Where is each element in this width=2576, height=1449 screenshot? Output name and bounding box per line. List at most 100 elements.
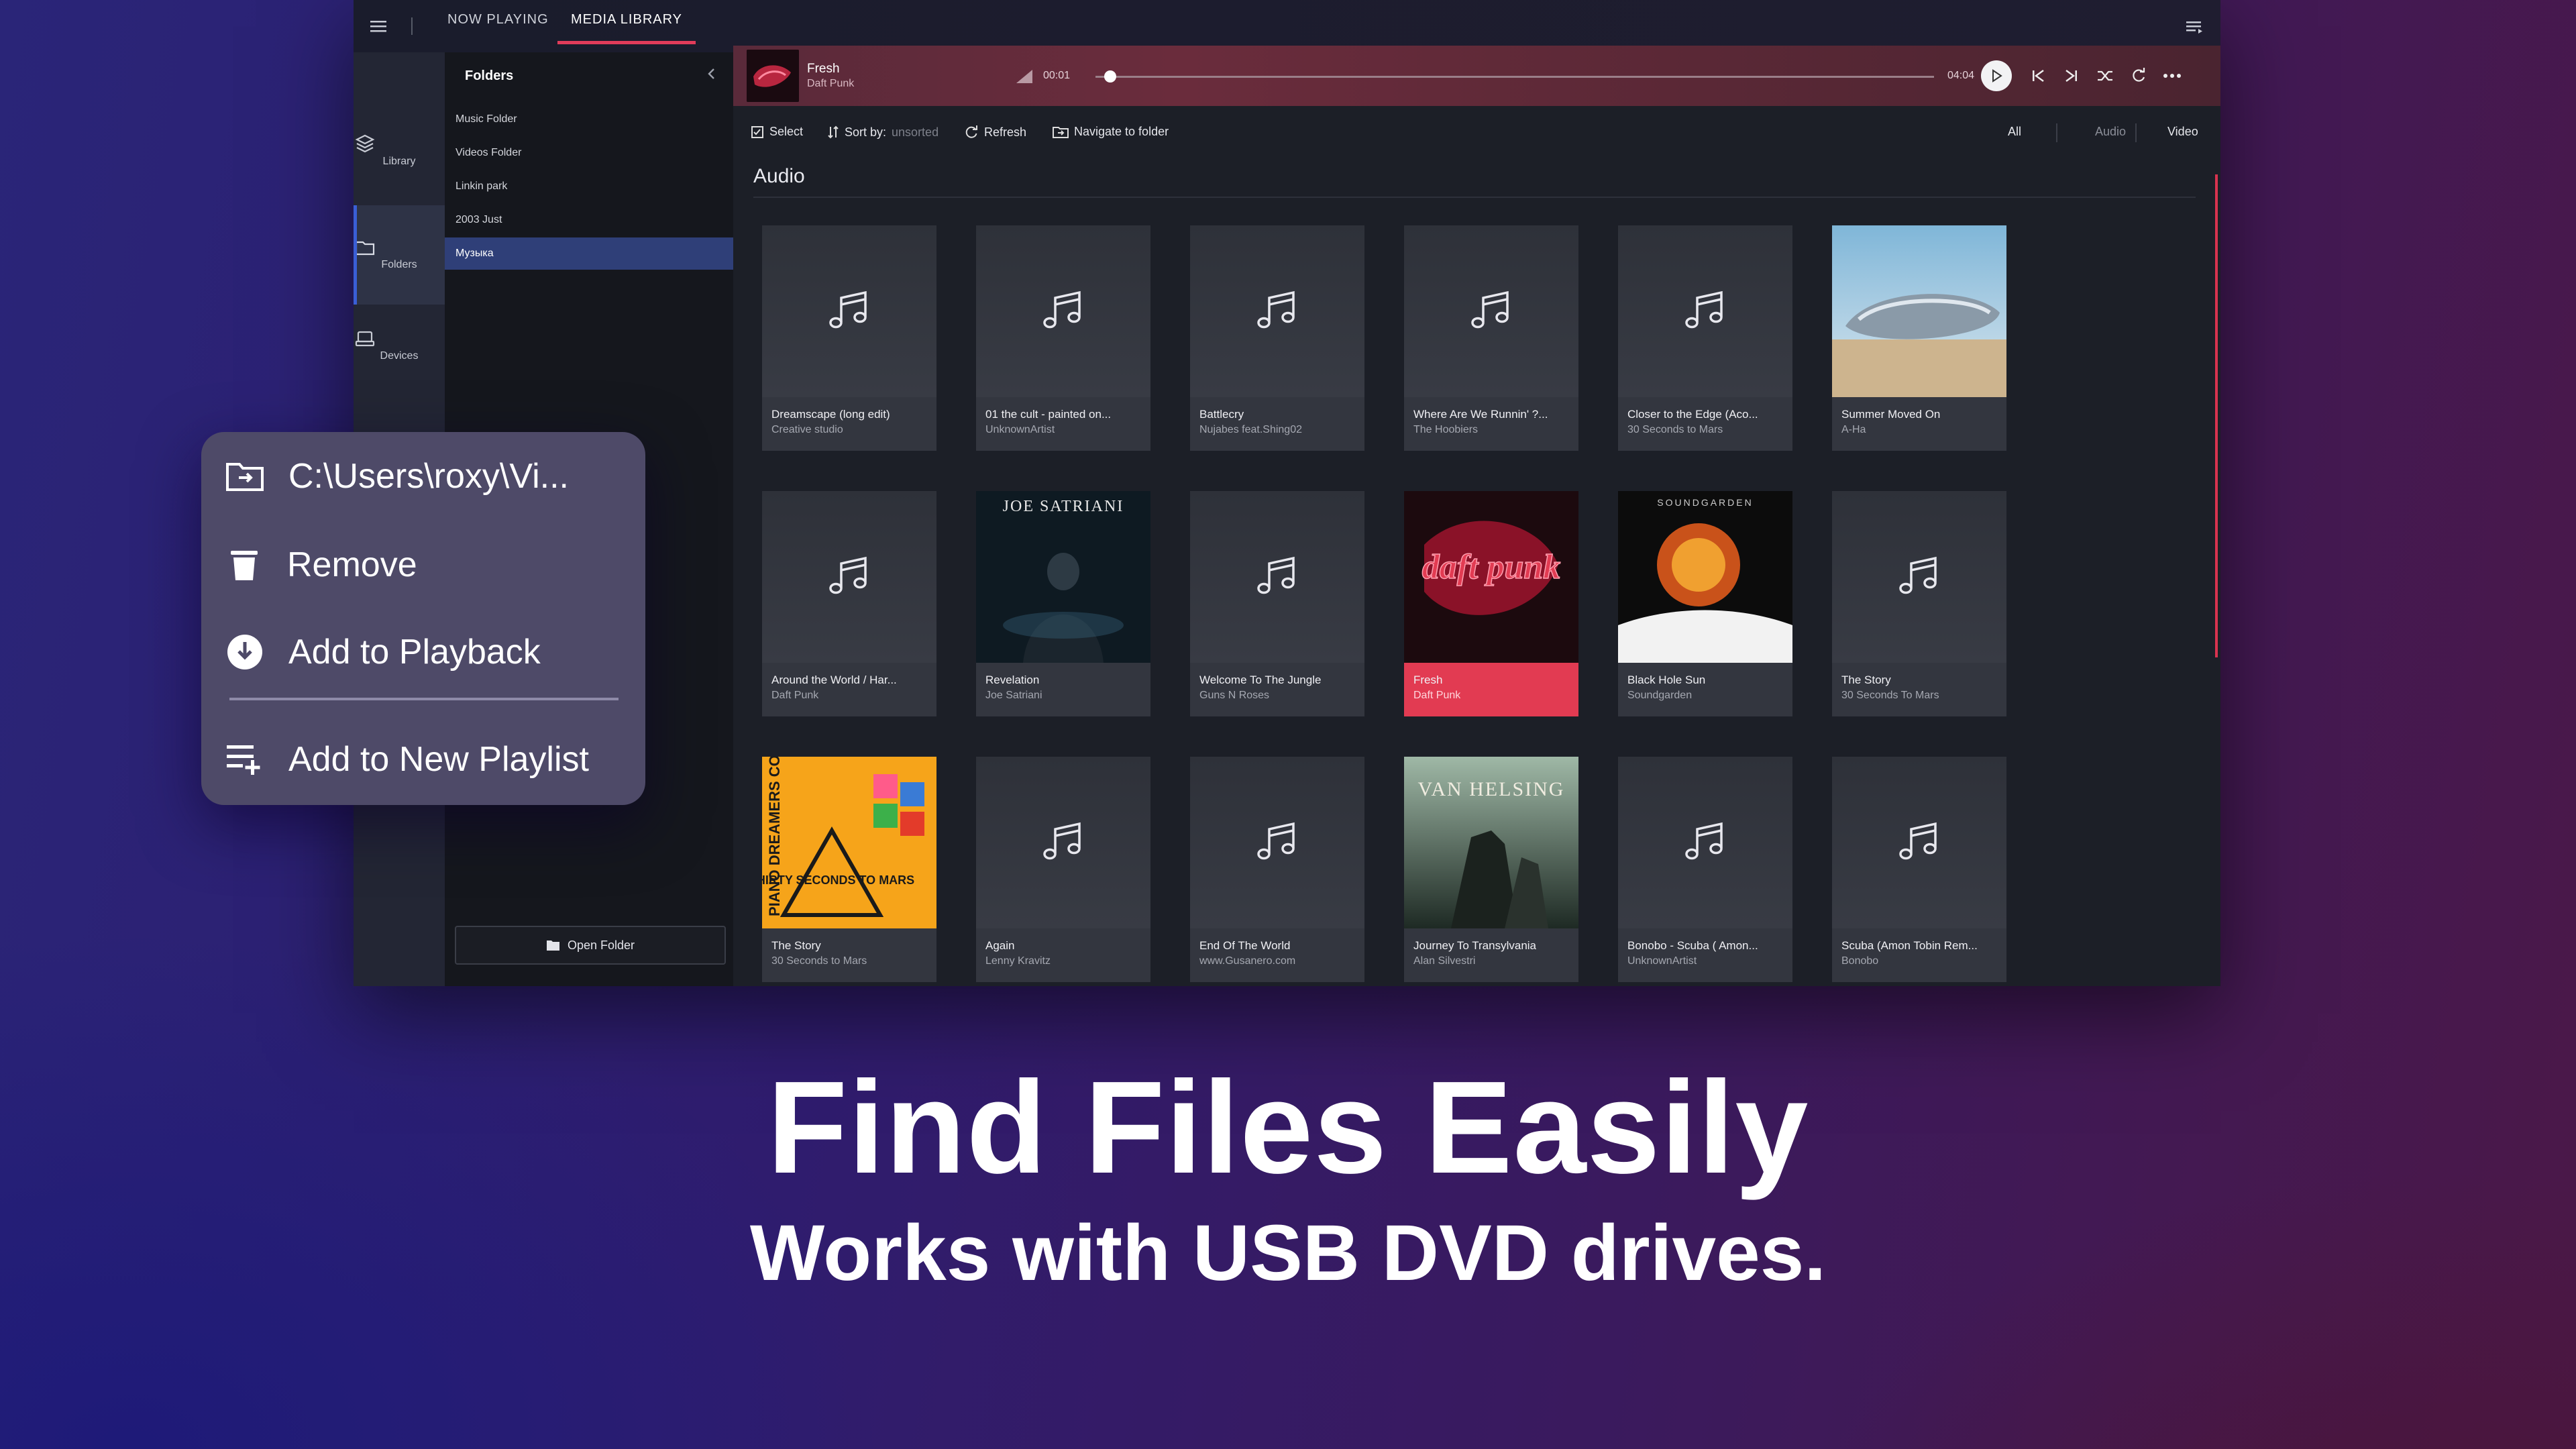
media-tile[interactable]: Around the World / Har... Daft Punk bbox=[762, 491, 936, 716]
svg-text:daft punk: daft punk bbox=[1422, 548, 1561, 586]
music-note-icon bbox=[1404, 225, 1578, 397]
title-bar: NOW PLAYING MEDIA LIBRARY bbox=[354, 0, 2220, 52]
seek-bar[interactable] bbox=[1095, 70, 1934, 83]
tile-artist: A-Ha bbox=[1841, 424, 1866, 435]
folder-item[interactable]: Music Folder bbox=[445, 103, 733, 136]
play-circle-icon bbox=[225, 633, 264, 672]
tile-title: 01 the cult - painted on... bbox=[985, 408, 1112, 421]
sort-by-button[interactable]: Sort by: unsorted bbox=[827, 125, 938, 140]
media-tile[interactable]: Where Are We Runnin' ?... The Hoobiers bbox=[1404, 225, 1578, 451]
folder-open-icon bbox=[546, 938, 561, 952]
scrollbar[interactable] bbox=[2215, 174, 2218, 657]
menu-item-add-to-playback[interactable]: Add to Playback bbox=[225, 632, 541, 672]
media-tile[interactable]: Welcome To The Jungle Guns N Roses bbox=[1190, 491, 1364, 716]
tile-artist: Nujabes feat.Shing02 bbox=[1199, 424, 1302, 435]
now-playing-album-art bbox=[747, 50, 799, 102]
svg-text:PIANO DREAMERS COVER: PIANO DREAMERS COVER bbox=[766, 757, 783, 916]
folder-item[interactable]: Linkin park bbox=[445, 170, 733, 203]
now-playing-artist: Daft Punk bbox=[807, 78, 855, 89]
play-icon bbox=[1990, 69, 2002, 83]
media-tile[interactable]: PIANO DREAMERS COVER THIRTY SECONDS TO MA… bbox=[762, 757, 936, 982]
tile-caption: Where Are We Runnin' ?... The Hoobiers bbox=[1404, 397, 1578, 451]
open-folder-button[interactable]: Open Folder bbox=[455, 926, 726, 965]
media-tile[interactable]: daft punk Fresh Daft Punk bbox=[1404, 491, 1578, 716]
media-tile[interactable]: End Of The World www.Gusanero.com bbox=[1190, 757, 1364, 982]
folder-item-selected[interactable]: Музыка bbox=[445, 237, 733, 270]
tile-artist: 30 Seconds To Mars bbox=[1841, 690, 1939, 701]
media-tile[interactable]: Battlecry Nujabes feat.Shing02 bbox=[1190, 225, 1364, 451]
music-note-icon bbox=[1190, 491, 1364, 663]
media-tile[interactable]: SOUNDGARDEN Black Hole Sun Soundgarden bbox=[1618, 491, 1792, 716]
shuffle-button[interactable] bbox=[2090, 60, 2121, 91]
volume-icon[interactable] bbox=[1015, 68, 1034, 85]
tile-title: Welcome To The Jungle bbox=[1199, 674, 1322, 686]
tile-caption: Fresh Daft Punk bbox=[1404, 663, 1578, 716]
music-note-icon bbox=[976, 225, 1150, 397]
section-divider bbox=[753, 197, 2196, 198]
filter-separator bbox=[2135, 123, 2137, 142]
tile-title: Revelation bbox=[985, 674, 1040, 686]
select-button[interactable]: Select bbox=[751, 125, 803, 139]
tab-media-library[interactable]: MEDIA LIBRARY bbox=[557, 12, 696, 44]
filter-all[interactable]: All bbox=[2008, 125, 2021, 139]
filter-video[interactable]: Video bbox=[2167, 125, 2198, 139]
refresh-icon bbox=[964, 125, 979, 140]
media-tile[interactable]: Dreamscape (long edit) Creative studio bbox=[762, 225, 936, 451]
more-options-button[interactable] bbox=[2157, 60, 2188, 91]
media-tile[interactable]: Again Lenny Kravitz bbox=[976, 757, 1150, 982]
music-note-icon bbox=[762, 491, 936, 663]
menu-separator bbox=[229, 698, 619, 700]
chevron-left-icon[interactable] bbox=[702, 64, 721, 83]
music-note-icon bbox=[1618, 757, 1792, 928]
playlist-queue-icon[interactable] bbox=[2184, 17, 2204, 38]
seek-knob[interactable] bbox=[1104, 70, 1116, 83]
sort-icon bbox=[827, 125, 839, 140]
tile-caption: Welcome To The Jungle Guns N Roses bbox=[1190, 663, 1364, 716]
hamburger-menu-icon[interactable] bbox=[367, 15, 390, 38]
media-tile[interactable]: VAN HELSING Journey To Transylvania Alan S… bbox=[1404, 757, 1578, 982]
tile-title: Closer to the Edge (Aco... bbox=[1627, 408, 1758, 421]
media-tile[interactable]: Summer Moved On A-Ha bbox=[1832, 225, 2006, 451]
media-tile[interactable]: Scuba (Amon Tobin Rem... Bonobo bbox=[1832, 757, 2006, 982]
current-time: 00:01 bbox=[1043, 70, 1071, 81]
skip-previous-icon bbox=[2030, 68, 2046, 83]
tile-caption: The Story 30 Seconds to Mars bbox=[762, 928, 936, 982]
tile-title: The Story bbox=[771, 939, 821, 952]
folders-title: Folders bbox=[465, 68, 514, 83]
rail-item-folders[interactable]: Folders bbox=[354, 205, 445, 305]
menu-item-path[interactable]: C:\Users\roxy\Vi... bbox=[225, 456, 569, 496]
rail-item-devices[interactable]: Devices bbox=[354, 327, 445, 415]
play-button[interactable] bbox=[1981, 60, 2012, 91]
navigate-to-folder-button[interactable]: Navigate to folder bbox=[1053, 125, 1169, 139]
tile-title: Fresh bbox=[1413, 674, 1443, 686]
media-tile[interactable]: 01 the cult - painted on... UnknownArtist bbox=[976, 225, 1150, 451]
tab-now-playing[interactable]: NOW PLAYING bbox=[447, 12, 549, 44]
media-tile[interactable]: The Story 30 Seconds To Mars bbox=[1832, 491, 2006, 716]
shuffle-icon bbox=[2096, 68, 2114, 83]
tile-title: Black Hole Sun bbox=[1627, 674, 1706, 686]
menu-item-add-new-playlist[interactable]: Add to New Playlist bbox=[225, 739, 589, 780]
repeat-button[interactable] bbox=[2123, 60, 2154, 91]
menu-remove-label: Remove bbox=[287, 545, 417, 584]
tile-artist: Alan Silvestri bbox=[1413, 955, 1476, 967]
tile-title: Scuba (Amon Tobin Rem... bbox=[1841, 939, 1978, 952]
tile-caption: Closer to the Edge (Aco... 30 Seconds to … bbox=[1618, 397, 1792, 451]
headline-subtitle: Works with USB DVD drives. bbox=[749, 1209, 1827, 1297]
refresh-button[interactable]: Refresh bbox=[964, 125, 1026, 140]
folder-item[interactable]: Videos Folder bbox=[445, 137, 733, 169]
tile-title: End Of The World bbox=[1199, 939, 1291, 952]
tile-artist: Joe Satriani bbox=[985, 690, 1042, 701]
media-tile[interactable]: Closer to the Edge (Aco... 30 Seconds to … bbox=[1618, 225, 1792, 451]
previous-button[interactable] bbox=[2023, 60, 2053, 91]
media-tile[interactable]: Bonobo - Scuba ( Amon... UnknownArtist bbox=[1618, 757, 1792, 982]
music-note-icon bbox=[1618, 225, 1792, 397]
refresh-label: Refresh bbox=[984, 125, 1027, 139]
menu-add-playlist-label: Add to New Playlist bbox=[288, 740, 589, 779]
next-button[interactable] bbox=[2056, 60, 2087, 91]
music-note-icon bbox=[762, 225, 936, 397]
folder-item[interactable]: 2003 Just bbox=[445, 204, 733, 236]
tile-caption: Summer Moved On A-Ha bbox=[1832, 397, 2006, 451]
media-tile[interactable]: JOE SATRIANI Revelation Joe Satriani bbox=[976, 491, 1150, 716]
filter-audio[interactable]: Audio bbox=[2095, 125, 2126, 139]
menu-item-remove[interactable]: Remove bbox=[225, 545, 417, 585]
